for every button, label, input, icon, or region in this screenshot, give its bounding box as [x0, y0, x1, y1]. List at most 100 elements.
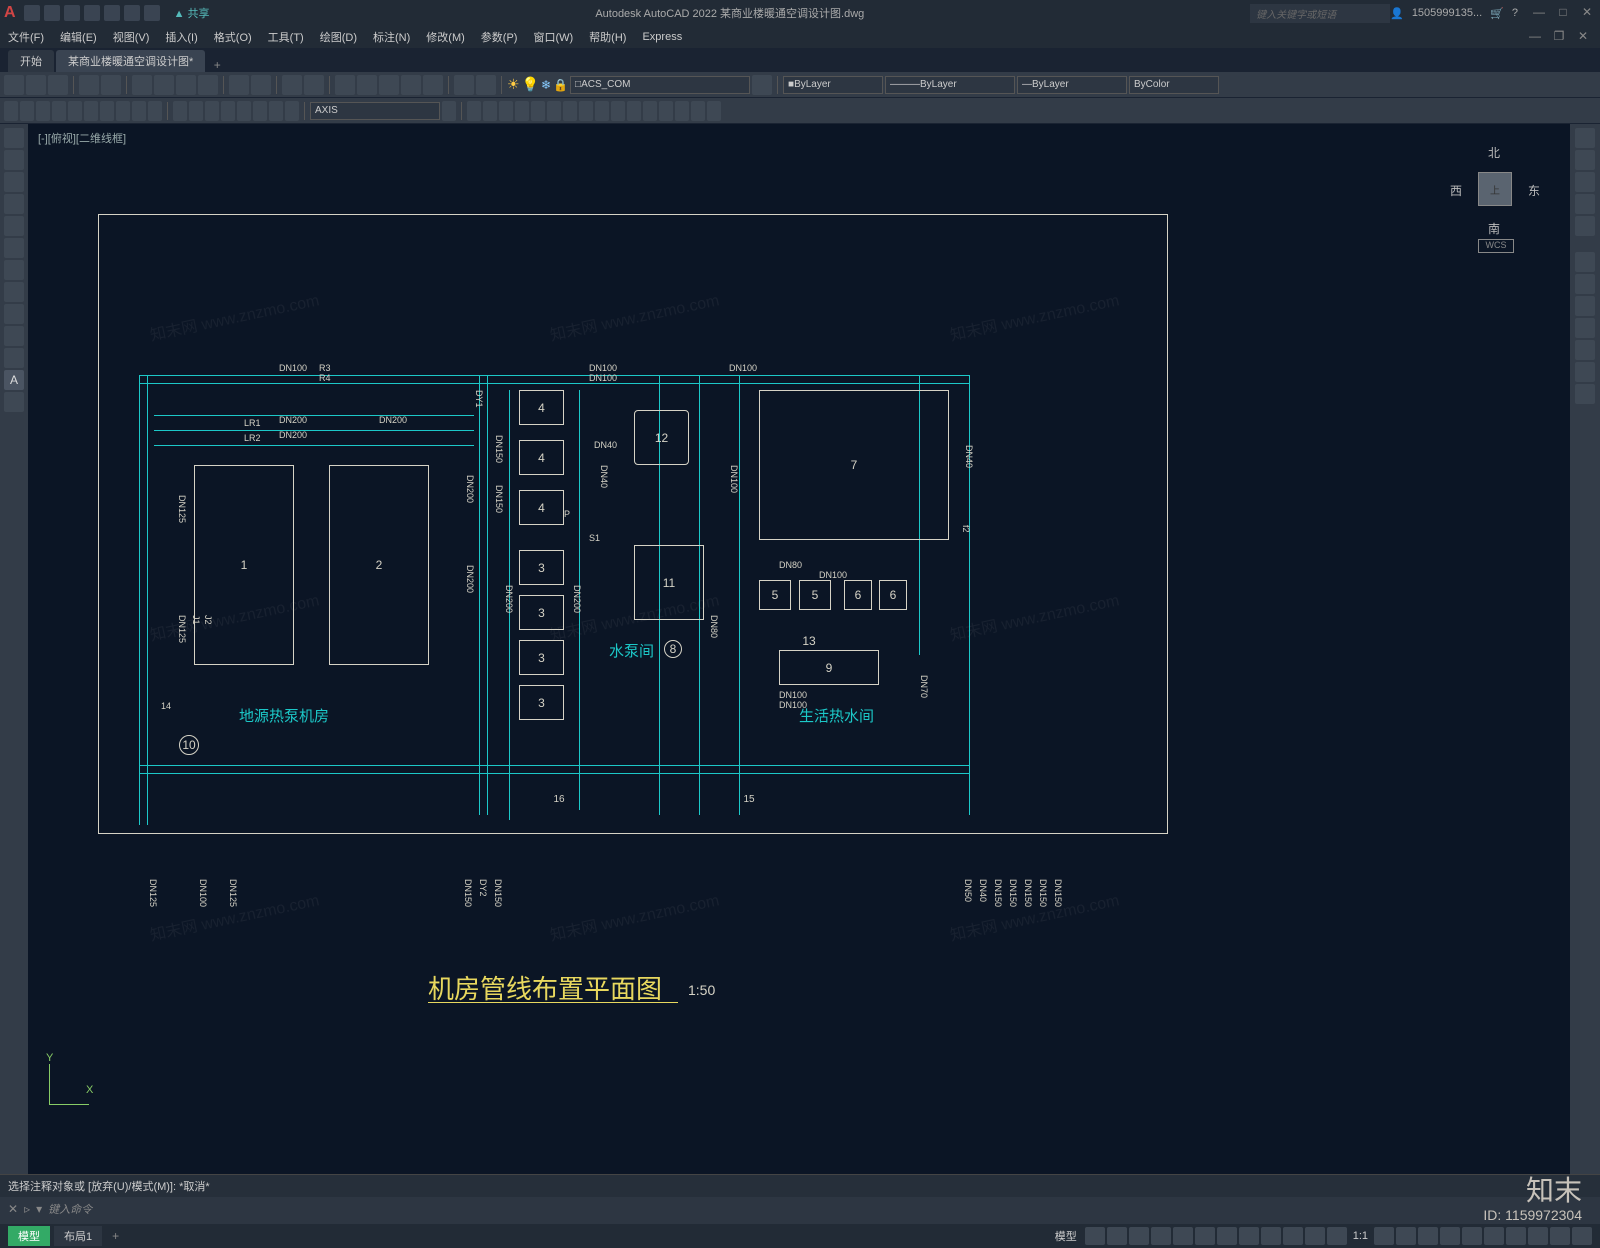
- modify-join-icon[interactable]: [659, 101, 673, 121]
- status-scale-button[interactable]: 1:1: [1349, 1230, 1372, 1242]
- modify-stretch-icon[interactable]: [595, 101, 609, 121]
- menu-view[interactable]: 视图(V): [113, 29, 150, 45]
- modify-scale-icon[interactable]: [579, 101, 593, 121]
- menu-edit[interactable]: 编辑(E): [60, 29, 97, 45]
- layer-manager-icon[interactable]: [752, 75, 772, 95]
- viewcube-north[interactable]: 北: [1488, 144, 1500, 161]
- draw-ellipse-icon[interactable]: [4, 238, 24, 258]
- ref-underlay-icon[interactable]: [1575, 340, 1595, 360]
- ref-frame-icon[interactable]: [1575, 296, 1595, 316]
- dim-break-icon[interactable]: [189, 101, 203, 121]
- ref-attach-icon[interactable]: [1575, 252, 1595, 272]
- menu-parametric[interactable]: 参数(P): [481, 29, 518, 45]
- ref-snap-icon[interactable]: [1575, 362, 1595, 382]
- modify-trim-icon[interactable]: [611, 101, 625, 121]
- qat-redo-icon[interactable]: [144, 5, 160, 21]
- doc-minimize-button[interactable]: —: [1526, 29, 1544, 45]
- status-clean-icon[interactable]: [1550, 1227, 1570, 1245]
- tb-undo2-icon[interactable]: [229, 75, 249, 95]
- tb-sheetset-icon[interactable]: [401, 75, 421, 95]
- status-otrack-icon[interactable]: [1217, 1227, 1237, 1245]
- plotstyle-dropdown[interactable]: ByColor: [1129, 76, 1219, 94]
- modify-break-icon[interactable]: [643, 101, 657, 121]
- user-name[interactable]: 1505999135...: [1412, 7, 1482, 19]
- tb-copy-icon[interactable]: [154, 75, 174, 95]
- status-annoscale-icon[interactable]: [1374, 1227, 1394, 1245]
- dim-space-icon[interactable]: [173, 101, 187, 121]
- status-transparency-icon[interactable]: [1305, 1227, 1325, 1245]
- status-custom-icon[interactable]: [1572, 1227, 1592, 1245]
- doc-close-button[interactable]: ✕: [1574, 29, 1592, 45]
- qat-plot-icon[interactable]: [104, 5, 120, 21]
- help-icon[interactable]: ?: [1512, 7, 1518, 19]
- tb-redo2-icon[interactable]: [251, 75, 271, 95]
- ref-edit-icon[interactable]: [1575, 384, 1595, 404]
- menu-window[interactable]: 窗口(W): [533, 29, 573, 45]
- qat-saveas-icon[interactable]: [84, 5, 100, 21]
- viewcube-west[interactable]: 西: [1450, 182, 1462, 199]
- dim-diameter-icon[interactable]: [84, 101, 98, 121]
- layer-sun-icon[interactable]: ☀: [507, 76, 520, 93]
- modify-rotate-icon[interactable]: [563, 101, 577, 121]
- dim-tedit-icon[interactable]: [285, 101, 299, 121]
- menu-dimension[interactable]: 标注(N): [373, 29, 410, 45]
- layer-lock-icon[interactable]: 🔒: [553, 78, 568, 92]
- status-units-icon[interactable]: [1440, 1227, 1460, 1245]
- status-grid-icon[interactable]: [1085, 1227, 1105, 1245]
- menu-tools[interactable]: 工具(T): [268, 29, 304, 45]
- tb-toolpalettes-icon[interactable]: [379, 75, 399, 95]
- dim-baseline-icon[interactable]: [132, 101, 146, 121]
- status-layout1-tab[interactable]: 布局1: [54, 1226, 102, 1246]
- cart-icon[interactable]: 🛒: [1490, 7, 1504, 20]
- status-annomonitor-icon[interactable]: [1418, 1227, 1438, 1245]
- dim-continue-icon[interactable]: [148, 101, 162, 121]
- tab-new-button[interactable]: +: [207, 58, 227, 72]
- status-dyn-icon[interactable]: [1261, 1227, 1281, 1245]
- viewcube-east[interactable]: 东: [1528, 182, 1540, 199]
- dim-edit-icon[interactable]: [269, 101, 283, 121]
- tb-pan-icon[interactable]: [282, 75, 302, 95]
- command-input[interactable]: 键入命令: [48, 1201, 92, 1217]
- command-input-row[interactable]: ✕ ▹ ▾ 键入命令: [0, 1197, 1600, 1221]
- tb-markup-icon[interactable]: [423, 75, 443, 95]
- menu-format[interactable]: 格式(O): [214, 29, 252, 45]
- tb-block-icon[interactable]: [454, 75, 474, 95]
- status-model-tab[interactable]: 模型: [8, 1226, 50, 1246]
- status-3dosnap-icon[interactable]: [1195, 1227, 1215, 1245]
- modify-fillet-icon[interactable]: [691, 101, 705, 121]
- viewcube-south[interactable]: 南: [1488, 220, 1500, 237]
- wcs-label[interactable]: WCS: [1478, 239, 1514, 253]
- viewcube-top[interactable]: 上: [1478, 172, 1512, 206]
- ucs-icon[interactable]: Y X: [46, 1052, 53, 1064]
- tb-clean-icon[interactable]: [476, 75, 496, 95]
- modify-explode-icon[interactable]: [707, 101, 721, 121]
- ref-clip-icon[interactable]: [1575, 274, 1595, 294]
- close-button[interactable]: ✕: [1578, 5, 1596, 21]
- status-lwt-icon[interactable]: [1283, 1227, 1303, 1245]
- draw-region-icon[interactable]: [4, 392, 24, 412]
- qat-save-icon[interactable]: [64, 5, 80, 21]
- tb-paste-icon[interactable]: [176, 75, 196, 95]
- dim-angular-icon[interactable]: [100, 101, 114, 121]
- modify-array-icon[interactable]: [531, 101, 545, 121]
- modify-offset-icon[interactable]: [515, 101, 529, 121]
- menu-express[interactable]: Express: [642, 31, 682, 43]
- nav-pan-icon[interactable]: [1575, 150, 1595, 170]
- maximize-button[interactable]: □: [1554, 5, 1572, 21]
- dim-arc-icon[interactable]: [36, 101, 50, 121]
- dim-ordinate-icon[interactable]: [52, 101, 66, 121]
- menu-insert[interactable]: 插入(I): [165, 29, 197, 45]
- dimstyle-dropdown[interactable]: AXIS: [310, 102, 440, 120]
- doc-restore-button[interactable]: ❐: [1550, 29, 1568, 45]
- tb-plot-icon[interactable]: [79, 75, 99, 95]
- menu-modify[interactable]: 修改(M): [426, 29, 465, 45]
- status-osnap-icon[interactable]: [1173, 1227, 1193, 1245]
- status-model-button[interactable]: 模型: [1049, 1228, 1083, 1244]
- status-polar-icon[interactable]: [1151, 1227, 1171, 1245]
- tab-start[interactable]: 开始: [8, 50, 54, 72]
- tb-cut-icon[interactable]: [132, 75, 152, 95]
- dim-radius-icon[interactable]: [68, 101, 82, 121]
- linetype-dropdown[interactable]: ——— ByLayer: [885, 76, 1015, 94]
- jogged-icon[interactable]: [253, 101, 267, 121]
- nav-zoom-icon[interactable]: [1575, 172, 1595, 192]
